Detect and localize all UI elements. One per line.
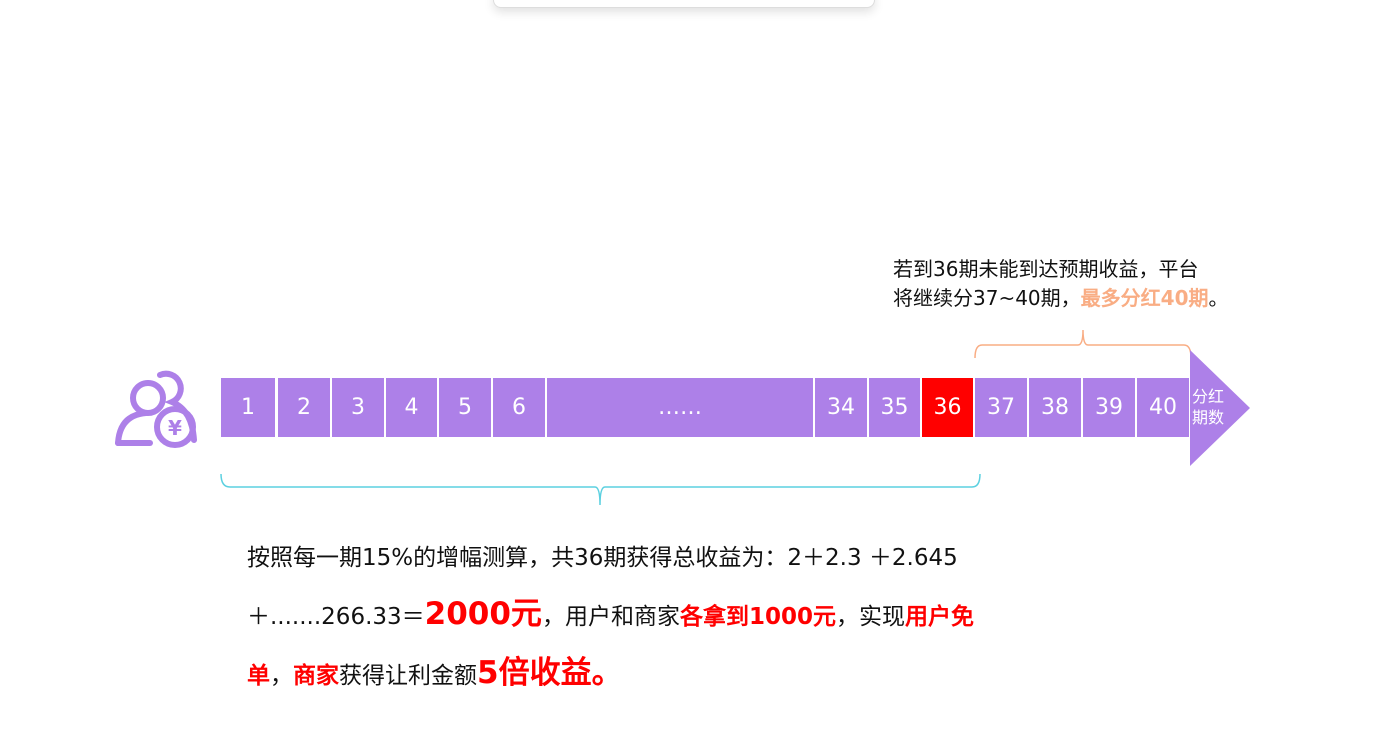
total-amount: 2000元 (424, 596, 542, 632)
period-cell: 3 (332, 378, 384, 437)
period-cell: 6 (493, 378, 545, 437)
period-cell: 34 (815, 378, 867, 437)
svg-text:¥: ¥ (168, 416, 182, 440)
summary-paragraph: 按照每一期15%的增幅测算，共36期获得总收益为：2＋2.3 ＋2.645＋..… (247, 530, 987, 704)
note-line1: 若到36期未能到达预期收益，平台 (893, 257, 1199, 281)
merchant-highlight: 商家 (293, 663, 339, 689)
note-line2: 将继续分37~40期，最多分红40期。 (893, 284, 1229, 313)
period-cell: 37 (975, 378, 1027, 437)
period-cell: 36 (922, 378, 973, 437)
note-text: 将继续分37~40期， (893, 286, 1081, 310)
each-amount: 各拿到1000元 (679, 604, 836, 630)
bracket-36-periods (220, 473, 981, 506)
bracket-extra-periods (974, 329, 1192, 359)
period-cell: …… (547, 378, 813, 437)
period-cell: 39 (1083, 378, 1135, 437)
summary-text: ， (270, 663, 293, 689)
note-suffix: 。 (1208, 286, 1229, 310)
period-cell: 40 (1137, 378, 1189, 437)
summary-text: 获得让利金额 (339, 663, 477, 689)
period-cell: 38 (1029, 378, 1081, 437)
note-highlight: 最多分红40期 (1080, 286, 1209, 310)
summary-text: ，实现 (835, 604, 905, 630)
arrow-label: 分红 期数 (1192, 386, 1236, 428)
arrow-label-line2: 期数 (1192, 408, 1225, 427)
summary-text: ，用户和商家 (541, 604, 680, 630)
arrow-label-line1: 分红 (1192, 387, 1225, 406)
five-times-highlight: 5倍收益。 (477, 655, 623, 691)
user-money-icon: ¥ (115, 370, 197, 448)
period-cell: 2 (278, 378, 330, 437)
period-cell: 4 (386, 378, 437, 437)
period-cell: 1 (221, 378, 275, 437)
period-cell: 5 (439, 378, 491, 437)
period-cell: 35 (869, 378, 920, 437)
extension-note: 若到36期未能到达预期收益，平台 将继续分37~40期，最多分红40期。 (893, 255, 1229, 313)
